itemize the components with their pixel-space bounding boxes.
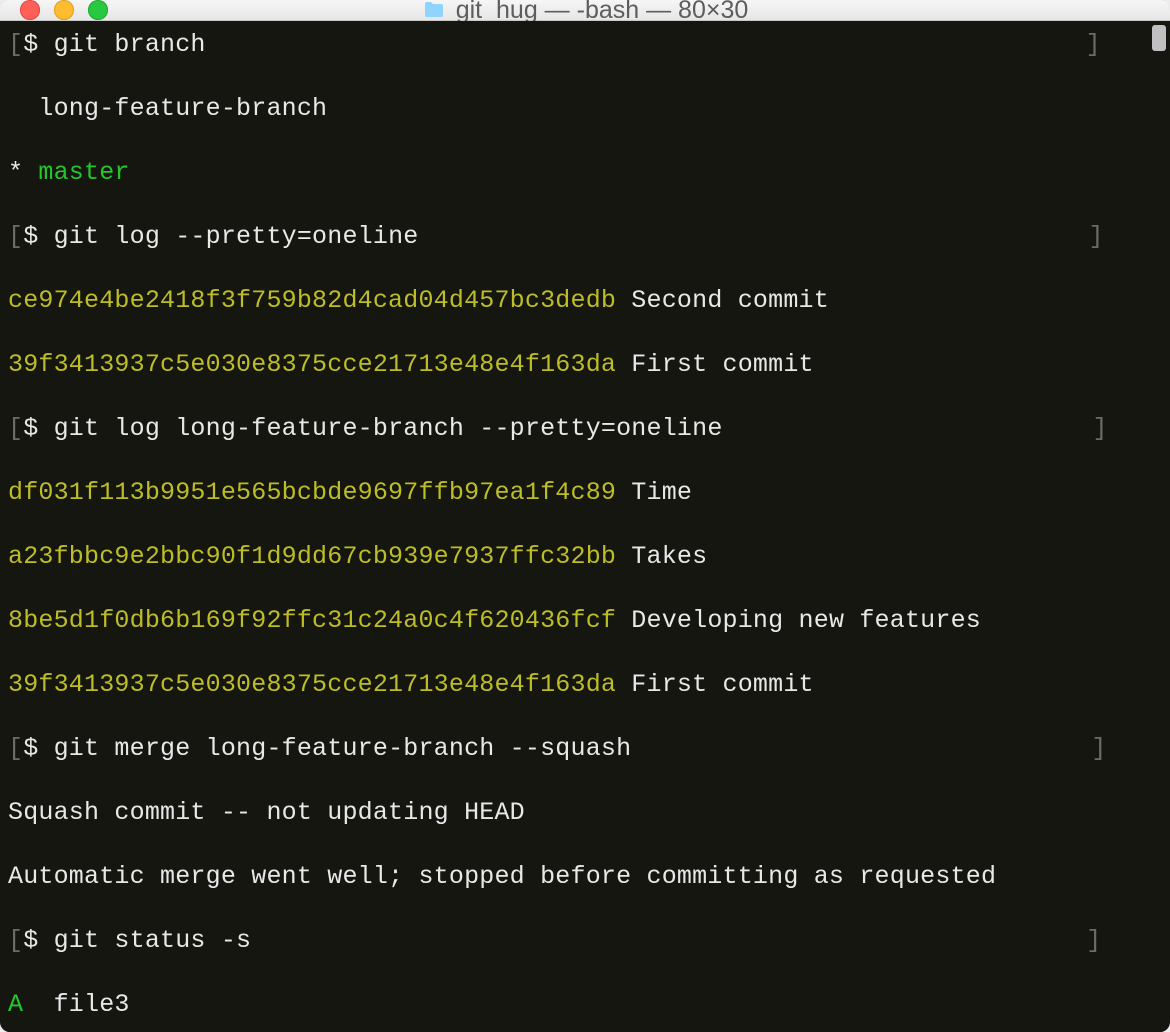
cmd-git-status: git status -s xyxy=(54,926,252,955)
terminal-area[interactable]: [$ git branch] long-feature-branch * mas… xyxy=(0,21,1170,1032)
merge-output: Squash commit -- not updating HEAD xyxy=(8,798,525,827)
branch-current: master xyxy=(38,158,129,187)
commit-hash: 39f3413937c5e030e8375cce21713e48e4f163da xyxy=(8,670,616,699)
commit-msg: First commit xyxy=(616,670,814,699)
commit-hash: df031f113b9951e565bcbde9697ffb97ea1f4c89 xyxy=(8,478,616,507)
branch-row: long-feature-branch xyxy=(8,94,327,123)
traffic-lights xyxy=(0,0,108,20)
close-icon[interactable] xyxy=(20,0,40,20)
commit-msg: Second commit xyxy=(616,286,829,315)
zoom-icon[interactable] xyxy=(88,0,108,20)
scrollbar-thumb[interactable] xyxy=(1152,25,1166,51)
commit-msg: Takes xyxy=(616,542,707,571)
prompt-bracket-r: ] xyxy=(1086,30,1101,59)
status-code: A xyxy=(8,990,23,1019)
commit-hash: 39f3413937c5e030e8375cce21713e48e4f163da xyxy=(8,350,616,379)
status-file: file3 xyxy=(23,990,129,1019)
cmd-git-log-branch: git log long-feature-branch --pretty=one… xyxy=(54,414,723,443)
titlebar[interactable]: git_hug — -bash — 80×30 xyxy=(0,0,1170,21)
commit-hash: 8be5d1f0db6b169f92ffc31c24a0c4f620436fcf xyxy=(8,606,616,635)
prompt-bracket: [ xyxy=(8,30,23,59)
terminal-window: git_hug — -bash — 80×30 [$ git branch] l… xyxy=(0,0,1170,1032)
cmd-git-merge: git merge long-feature-branch --squash xyxy=(54,734,632,763)
merge-output: Automatic merge went well; stopped befor… xyxy=(8,862,996,891)
cmd-git-log: git log --pretty=oneline xyxy=(54,222,419,251)
commit-msg: Time xyxy=(616,478,692,507)
folder-icon xyxy=(422,0,446,22)
commit-msg: First commit xyxy=(616,350,814,379)
minimize-icon[interactable] xyxy=(54,0,74,20)
commit-msg: Developing new features xyxy=(616,606,981,635)
cmd-git-branch: git branch xyxy=(54,30,206,59)
commit-hash: a23fbbc9e2bbc90f1d9dd67cb939e7937ffc32bb xyxy=(8,542,616,571)
scrollbar[interactable] xyxy=(1150,25,1168,1032)
commit-hash: ce974e4be2418f3f759b82d4cad04d457bc3dedb xyxy=(8,286,616,315)
terminal-output[interactable]: [$ git branch] long-feature-branch * mas… xyxy=(6,27,1164,1032)
prompt-dollar: $ xyxy=(23,30,53,59)
branch-current-star: * xyxy=(8,158,38,187)
